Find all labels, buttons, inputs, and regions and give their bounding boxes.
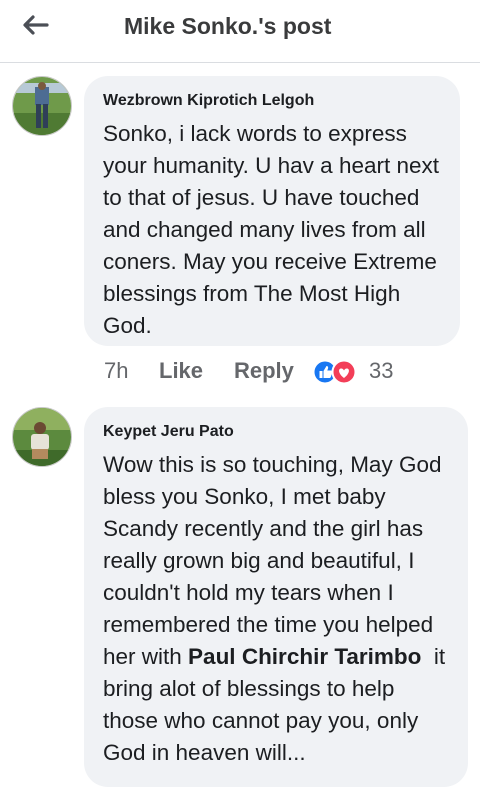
comment-bubble: Keypet Jeru Pato Wow this is so touching… [84,407,468,787]
comment-author[interactable]: Keypet Jeru Pato [103,423,450,441]
comment-bubble: Wezbrown Kiprotich Lelgoh Sonko, i lack … [84,76,460,346]
avatar[interactable] [12,76,72,136]
post-header: Mike Sonko.'s post [0,0,480,63]
comment: Keypet Jeru Pato Wow this is so touching… [0,407,480,787]
love-icon [331,359,357,385]
back-arrow-icon[interactable] [20,13,50,37]
reaction-count[interactable]: 33 [369,358,393,384]
avatar[interactable] [12,407,72,467]
reply-button[interactable]: Reply [234,358,294,384]
page-title: Mike Sonko.'s post [124,13,332,39]
comment-author[interactable]: Wezbrown Kiprotich Lelgoh [103,92,442,110]
reaction-icons[interactable] [312,359,362,385]
comment-time[interactable]: 7h [104,358,128,384]
comment-text: Wow this is so touching, May God bless y… [103,449,450,769]
avatar-photo [13,408,71,466]
comment-actions: 7h Like Reply 33 [104,358,464,388]
comment: Wezbrown Kiprotich Lelgoh Sonko, i lack … [0,76,480,396]
comment-text: Sonko, i lack words to express your huma… [103,121,440,338]
comment-text-start: Wow this is so touching, May God bless y… [103,452,442,669]
mention-link[interactable]: Paul Chirchir Tarimbo [188,644,421,669]
like-button[interactable]: Like [159,358,203,384]
avatar-photo [13,77,71,135]
